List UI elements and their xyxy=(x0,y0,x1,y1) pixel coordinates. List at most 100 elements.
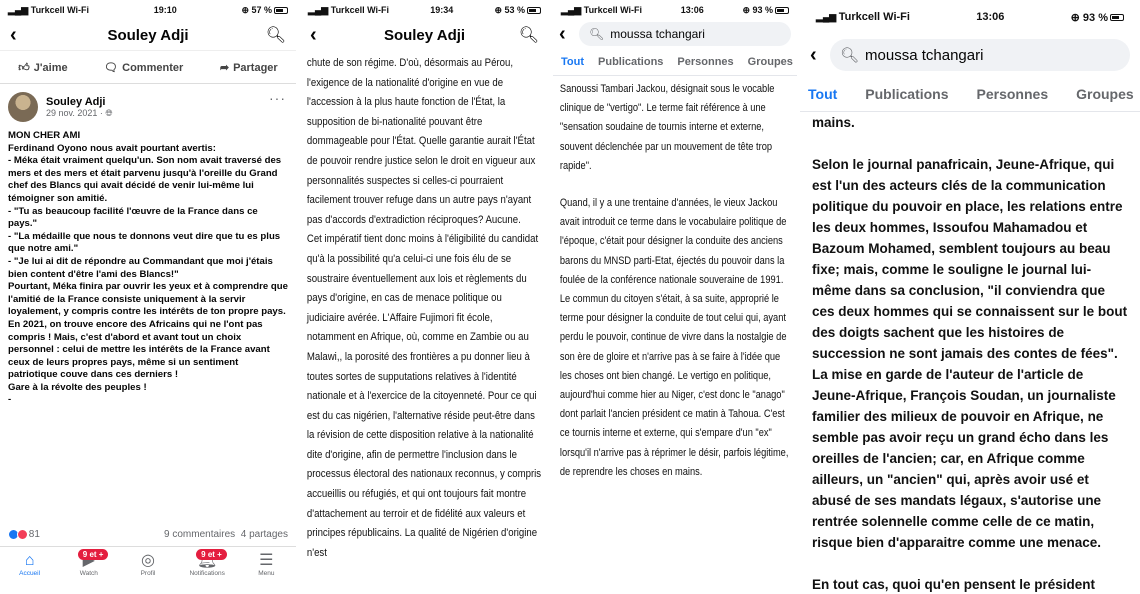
tab-label: Profil xyxy=(140,570,156,577)
paragraph: En tout cas, quoi qu'en pensent le prési… xyxy=(812,577,1095,592)
battery-icon xyxy=(1109,14,1124,22)
battery-percent: 93 % xyxy=(1082,11,1108,24)
home-icon: ⌂ xyxy=(24,552,35,569)
search-input[interactable]: 🔍︎ moussa tchangari xyxy=(579,22,791,46)
tab-home[interactable]: ⌂ Accueil xyxy=(5,552,55,577)
post-author[interactable]: Souley Adji xyxy=(46,96,113,108)
clock: 13:06 xyxy=(976,11,1005,23)
filter-people[interactable]: Personnes xyxy=(977,86,1049,102)
paragraph: Cet impératif tient donc moins à l'éligi… xyxy=(306,233,542,559)
comments-count[interactable]: 9 commentaires xyxy=(164,529,235,540)
filter-posts[interactable]: Publications xyxy=(598,56,663,68)
watch-badge: 9 et + xyxy=(77,549,109,560)
battery-icon xyxy=(274,6,288,14)
post-actions: 👍︎ J'aime 🗨︎ Commenter ➦ Partager xyxy=(0,50,296,84)
like-button[interactable]: 👍︎ J'aime xyxy=(18,61,67,74)
rotation-lock-icon: ⊕ xyxy=(742,4,753,15)
search-query: moussa tchangari xyxy=(865,46,984,64)
back-icon[interactable]: ‹ xyxy=(810,44,830,67)
facebook-post-panel-1: ▂▄▆ Turkcell Wi-Fi 19:10 ⊕ 57 % ‹ Souley… xyxy=(0,0,296,594)
signal-icon: ▂▄▆ xyxy=(8,4,31,15)
post-line: - "La médaille que nous te donnons veut … xyxy=(8,230,281,255)
reaction-count[interactable]: 81 xyxy=(8,529,40,540)
top-nav: ‹ Souley Adji 🔍︎ xyxy=(300,20,549,50)
signal-icon: ▂▄▆ xyxy=(308,4,331,15)
search-bar: ‹ 🔍︎ moussa tchangari xyxy=(800,34,1140,76)
carrier-label: Turkcell Wi-Fi xyxy=(330,4,389,15)
tab-label: Menu xyxy=(258,570,275,577)
like-label: J'aime xyxy=(33,61,68,74)
paragraph: mains. xyxy=(812,115,855,130)
back-icon[interactable]: ‹ xyxy=(559,23,579,46)
signal-icon: ▂▄▆ xyxy=(816,12,839,22)
rotation-lock-icon: ⊕ xyxy=(1070,11,1083,24)
tab-watch[interactable]: 9 et + ▶ Watch xyxy=(64,549,114,577)
search-icon[interactable]: 🔍︎ xyxy=(519,25,539,45)
tab-profile[interactable]: ◎ Profil xyxy=(123,552,173,577)
filter-all[interactable]: Tout xyxy=(808,86,837,102)
post-line: En 2021, on trouve encore des Africains … xyxy=(8,318,270,381)
carrier-label: Turkcell Wi-Fi xyxy=(30,4,89,15)
notifications-badge: 9 et + xyxy=(196,549,227,560)
filter-people[interactable]: Personnes xyxy=(677,56,733,68)
post-date: 29 nov. 2021 · 🌐︎ xyxy=(46,108,113,119)
search-icon: 🔍︎ xyxy=(589,27,605,41)
comment-icon: 🗨︎ xyxy=(104,61,119,74)
search-icon: 🔍︎ xyxy=(840,47,860,64)
rotation-lock-icon: ⊕ xyxy=(494,4,505,15)
globe-icon: 🌐︎ xyxy=(105,107,113,118)
post-body: MON CHER AMI Ferdinand Oyono nous avait … xyxy=(0,126,296,411)
menu-icon: ☰ xyxy=(259,552,274,569)
filter-groups[interactable]: Groupes xyxy=(1076,86,1134,102)
page-title: Souley Adji xyxy=(383,26,466,44)
status-bar: ▂▄▆ Turkcell Wi-Fi 19:34 ⊕ 53 % xyxy=(300,0,549,20)
post-line: Pourtant, Méka finira par ouvrir les yeu… xyxy=(8,281,288,318)
search-filters: Tout Publications Personnes Groupes Ph xyxy=(800,76,1140,112)
post-date-text: 29 nov. 2021 · xyxy=(46,107,103,118)
share-button[interactable]: ➦ Partager xyxy=(220,61,278,74)
tab-notifications[interactable]: 9 et + 🔔︎ Notifications xyxy=(182,549,232,577)
post-line: - Méka était vraiment quelqu'un. Son nom… xyxy=(8,155,282,204)
post-line: Gare à la révolte des peuples ! xyxy=(8,381,147,393)
facebook-post-panel-2: ▂▄▆ Turkcell Wi-Fi 19:34 ⊕ 53 % ‹ Souley… xyxy=(300,0,549,594)
paragraph: Sanoussi Tambari Jackou, désignait sous … xyxy=(559,83,775,172)
clock: 13:06 xyxy=(680,5,704,15)
search-filters: Tout Publications Personnes Groupes Ph xyxy=(553,48,797,76)
filter-groups[interactable]: Groupes xyxy=(748,56,793,68)
avatar[interactable] xyxy=(8,92,38,122)
filter-all[interactable]: Tout xyxy=(561,56,584,68)
back-icon[interactable]: ‹ xyxy=(310,24,330,47)
paragraph: Selon le journal panafricain, Jeune-Afri… xyxy=(812,157,1128,550)
battery-icon xyxy=(527,6,541,14)
search-results-panel-2: ▂▄▆ Turkcell Wi-Fi 13:06 ⊕ 93 % ‹ 🔍︎ mous… xyxy=(800,0,1140,594)
clock: 19:10 xyxy=(153,5,177,15)
comment-button[interactable]: 🗨︎ Commenter xyxy=(104,61,183,74)
battery-percent: 53 % xyxy=(504,4,525,15)
battery-percent: 93 % xyxy=(752,4,773,15)
status-bar: ▂▄▆ Turkcell Wi-Fi 13:06 ⊕ 93 % xyxy=(553,0,797,20)
search-query: moussa tchangari xyxy=(610,27,705,41)
paragraph: chute de son régime. D'où, désormais au … xyxy=(306,57,536,226)
shares-count[interactable]: 4 partages xyxy=(241,529,288,540)
reactions-bar: 81 9 commentaires 4 partages xyxy=(8,529,288,540)
search-bar: ‹ 🔍︎ moussa tchangari xyxy=(553,20,797,48)
reaction-count-text: 81 xyxy=(28,529,40,540)
share-label: Partager xyxy=(233,61,278,74)
tab-menu[interactable]: ☰ Menu xyxy=(241,552,291,577)
signal-icon: ▂▄▆ xyxy=(561,4,584,15)
filter-posts[interactable]: Publications xyxy=(865,86,948,102)
back-icon[interactable]: ‹ xyxy=(10,24,30,47)
tab-label: Notifications xyxy=(189,570,225,577)
thumbs-up-icon: 👍︎ xyxy=(18,61,30,74)
battery-icon xyxy=(775,6,789,14)
search-icon[interactable]: 🔍︎ xyxy=(266,25,286,45)
more-options-icon[interactable]: ··· xyxy=(269,90,286,106)
status-bar: ▂▄▆ Turkcell Wi-Fi 13:06 ⊕ 93 % xyxy=(800,0,1140,34)
top-nav: ‹ Souley Adji 🔍︎ xyxy=(0,20,296,50)
profile-icon: ◎ xyxy=(140,552,155,569)
page-title: Souley Adji xyxy=(107,26,189,44)
search-input[interactable]: 🔍︎ moussa tchangari xyxy=(830,39,1130,71)
carrier-label: Turkcell Wi-Fi xyxy=(838,11,910,23)
post-line: - "Tu as beaucoup facilité l'œuvre de la… xyxy=(8,205,258,230)
comment-label: Commenter xyxy=(122,61,184,74)
